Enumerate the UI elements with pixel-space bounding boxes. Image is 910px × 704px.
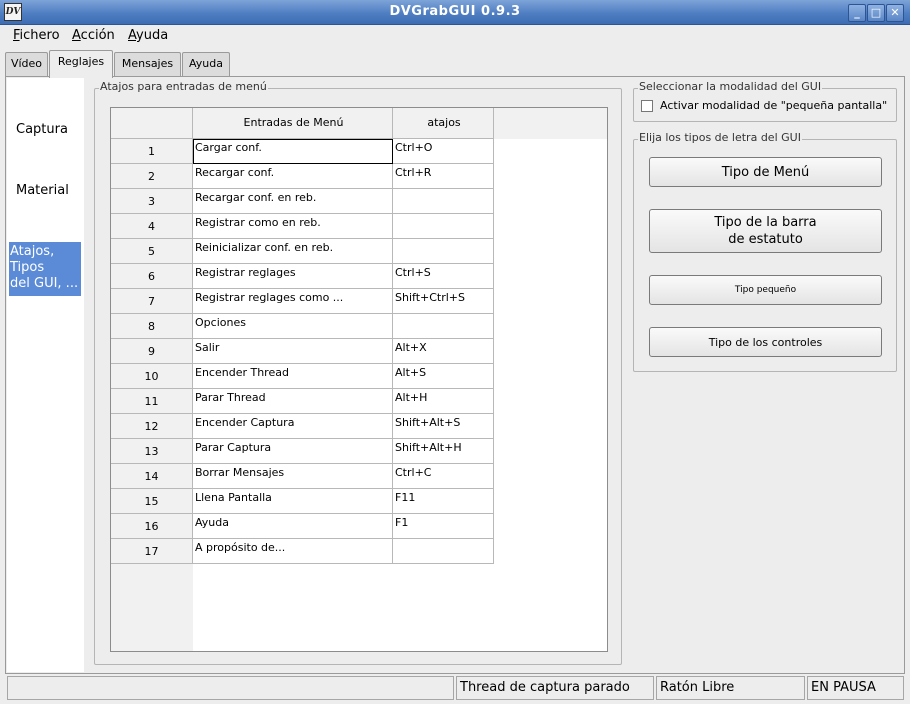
menu-font-button[interactable]: Tipo de Menú xyxy=(649,157,882,187)
table-row-header[interactable]: 17 xyxy=(111,539,193,564)
shortcuts-table[interactable]: Entradas de Menú atajos 1 Cargar conf. Ctr… xyxy=(110,107,608,652)
shortcut-cell[interactable]: Ctrl+S xyxy=(393,264,494,289)
menu-entry-cell[interactable]: Encender Captura xyxy=(193,414,393,439)
close-icon: ✕ xyxy=(890,6,900,19)
table-row-header[interactable]: 5 xyxy=(111,239,193,264)
menu-font-button-label: Tipo de Menú xyxy=(721,164,810,180)
menu-accion[interactable]: Acción xyxy=(72,28,115,43)
statusbar-font-button[interactable]: Tipo de la barra de estatuto xyxy=(649,209,882,253)
shortcut-cell[interactable]: Shift+Alt+S xyxy=(393,414,494,439)
table-row-header[interactable]: 10 xyxy=(111,364,193,389)
menu-entry-cell[interactable]: Recargar conf. en reb. xyxy=(193,189,393,214)
table-row-header[interactable]: 9 xyxy=(111,339,193,364)
status-bar: Thread de captura parado Ratón Libre EN … xyxy=(0,676,910,704)
table-row-header[interactable]: 14 xyxy=(111,464,193,489)
close-button[interactable]: ✕ xyxy=(886,4,904,22)
tab-ayuda[interactable]: Ayuda xyxy=(182,52,230,77)
table-row-header[interactable]: 1 xyxy=(111,139,193,164)
minimize-button[interactable]: _ xyxy=(848,4,866,22)
small-font-button[interactable]: Tipo pequeño xyxy=(649,275,882,305)
table-row-header[interactable]: 2 xyxy=(111,164,193,189)
sidebar-item-material[interactable]: Material xyxy=(16,183,69,198)
shortcut-cell[interactable]: Alt+S xyxy=(393,364,494,389)
table-row-header[interactable]: 11 xyxy=(111,389,193,414)
controls-font-button[interactable]: Tipo de los controles xyxy=(649,327,882,357)
shortcut-cell[interactable]: Ctrl+C xyxy=(393,464,494,489)
table-row-header[interactable]: 15 xyxy=(111,489,193,514)
table-row-header[interactable]: 7 xyxy=(111,289,193,314)
shortcut-cell[interactable]: Shift+Ctrl+S xyxy=(393,289,494,314)
menu-entry-cell[interactable]: Reinicializar conf. en reb. xyxy=(193,239,393,264)
tab-mensajes[interactable]: Mensajes xyxy=(114,52,181,77)
menu-entry-cell[interactable]: Parar Thread xyxy=(193,389,393,414)
title-bar[interactable]: DV DVGrabGUI 0.9.3 _ □ ✕ xyxy=(0,0,910,25)
shortcut-cell[interactable]: Ctrl+R xyxy=(393,164,494,189)
shortcut-cell[interactable]: F1 xyxy=(393,514,494,539)
column-header-shortcuts[interactable]: atajos xyxy=(393,108,494,139)
menu-entry-cell[interactable]: Registrar como en reb. xyxy=(193,214,393,239)
menu-entry-cell[interactable]: Parar Captura xyxy=(193,439,393,464)
shortcut-cell[interactable]: F11 xyxy=(393,489,494,514)
small-font-button-label: Tipo pequeño xyxy=(734,284,797,295)
maximize-icon: □ xyxy=(870,6,882,19)
table-corner xyxy=(111,108,193,139)
status-pause: EN PAUSA xyxy=(807,676,904,700)
table-row-header[interactable]: 6 xyxy=(111,264,193,289)
status-thread: Thread de captura parado xyxy=(456,676,654,700)
settings-sidebar: Captura Material Atajos, Tipos del GUI, … xyxy=(7,78,84,672)
table-row-header[interactable]: 3 xyxy=(111,189,193,214)
shortcuts-group-title: Atajos para entradas de menú xyxy=(99,80,268,93)
menu-bar: Fichero Acción Ayuda xyxy=(0,26,910,48)
shortcut-cell[interactable] xyxy=(393,189,494,214)
statusbar-font-button-label: Tipo de la barra de estatuto xyxy=(714,215,817,247)
menu-entry-cell[interactable]: Encender Thread xyxy=(193,364,393,389)
shortcut-cell[interactable] xyxy=(393,539,494,564)
shortcut-cell[interactable] xyxy=(393,214,494,239)
table-row-header[interactable]: 16 xyxy=(111,514,193,539)
shortcut-cell[interactable] xyxy=(393,239,494,264)
menu-entry-cell[interactable]: Registrar reglages xyxy=(193,264,393,289)
menu-entry-cell[interactable]: A propósito de... xyxy=(193,539,393,564)
sidebar-item-atajos[interactable]: Atajos, Tipos del GUI, ... xyxy=(9,242,81,296)
table-row-header[interactable]: 4 xyxy=(111,214,193,239)
status-mouse: Ratón Libre xyxy=(656,676,805,700)
minimize-icon: _ xyxy=(854,6,860,19)
small-screen-checkbox[interactable] xyxy=(641,100,653,112)
column-header-entries[interactable]: Entradas de Menú xyxy=(193,108,393,139)
window-title: DVGrabGUI 0.9.3 xyxy=(389,4,521,19)
menu-fichero[interactable]: Fichero xyxy=(13,28,60,43)
tab-video[interactable]: Vídeo xyxy=(5,52,48,77)
menu-entry-cell[interactable]: Recargar conf. xyxy=(193,164,393,189)
shortcut-cell[interactable]: Shift+Alt+H xyxy=(393,439,494,464)
sidebar-item-captura[interactable]: Captura xyxy=(16,122,68,137)
shortcut-cell[interactable]: Alt+H xyxy=(393,389,494,414)
shortcut-cell[interactable]: Ctrl+O xyxy=(393,139,494,164)
shortcut-cell[interactable] xyxy=(393,314,494,339)
shortcut-cell[interactable]: Alt+X xyxy=(393,339,494,364)
controls-font-button-label: Tipo de los controles xyxy=(708,335,823,349)
menu-entry-cell[interactable]: Llena Pantalla xyxy=(193,489,393,514)
status-message xyxy=(7,676,454,700)
fonts-group-title: Elija los tipos de letra del GUI xyxy=(638,131,802,144)
menu-entry-cell[interactable]: Borrar Mensajes xyxy=(193,464,393,489)
table-row-header[interactable]: 13 xyxy=(111,439,193,464)
small-screen-checkbox-label[interactable]: Activar modalidad de "pequeña pantalla" xyxy=(660,99,887,112)
gui-mode-group-title: Seleccionar la modalidad del GUI xyxy=(638,80,823,93)
menu-ayuda[interactable]: Ayuda xyxy=(128,28,168,43)
tab-reglajes[interactable]: Reglajes xyxy=(49,50,113,78)
menu-entry-cell[interactable]: Cargar conf. xyxy=(193,139,393,164)
menu-entry-cell[interactable]: Salir xyxy=(193,339,393,364)
table-row-header[interactable]: 8 xyxy=(111,314,193,339)
menu-entry-cell[interactable]: Registrar reglages como ... xyxy=(193,289,393,314)
maximize-button[interactable]: □ xyxy=(867,4,885,22)
table-row-header[interactable]: 12 xyxy=(111,414,193,439)
menu-entry-cell[interactable]: Ayuda xyxy=(193,514,393,539)
menu-entry-cell[interactable]: Opciones xyxy=(193,314,393,339)
